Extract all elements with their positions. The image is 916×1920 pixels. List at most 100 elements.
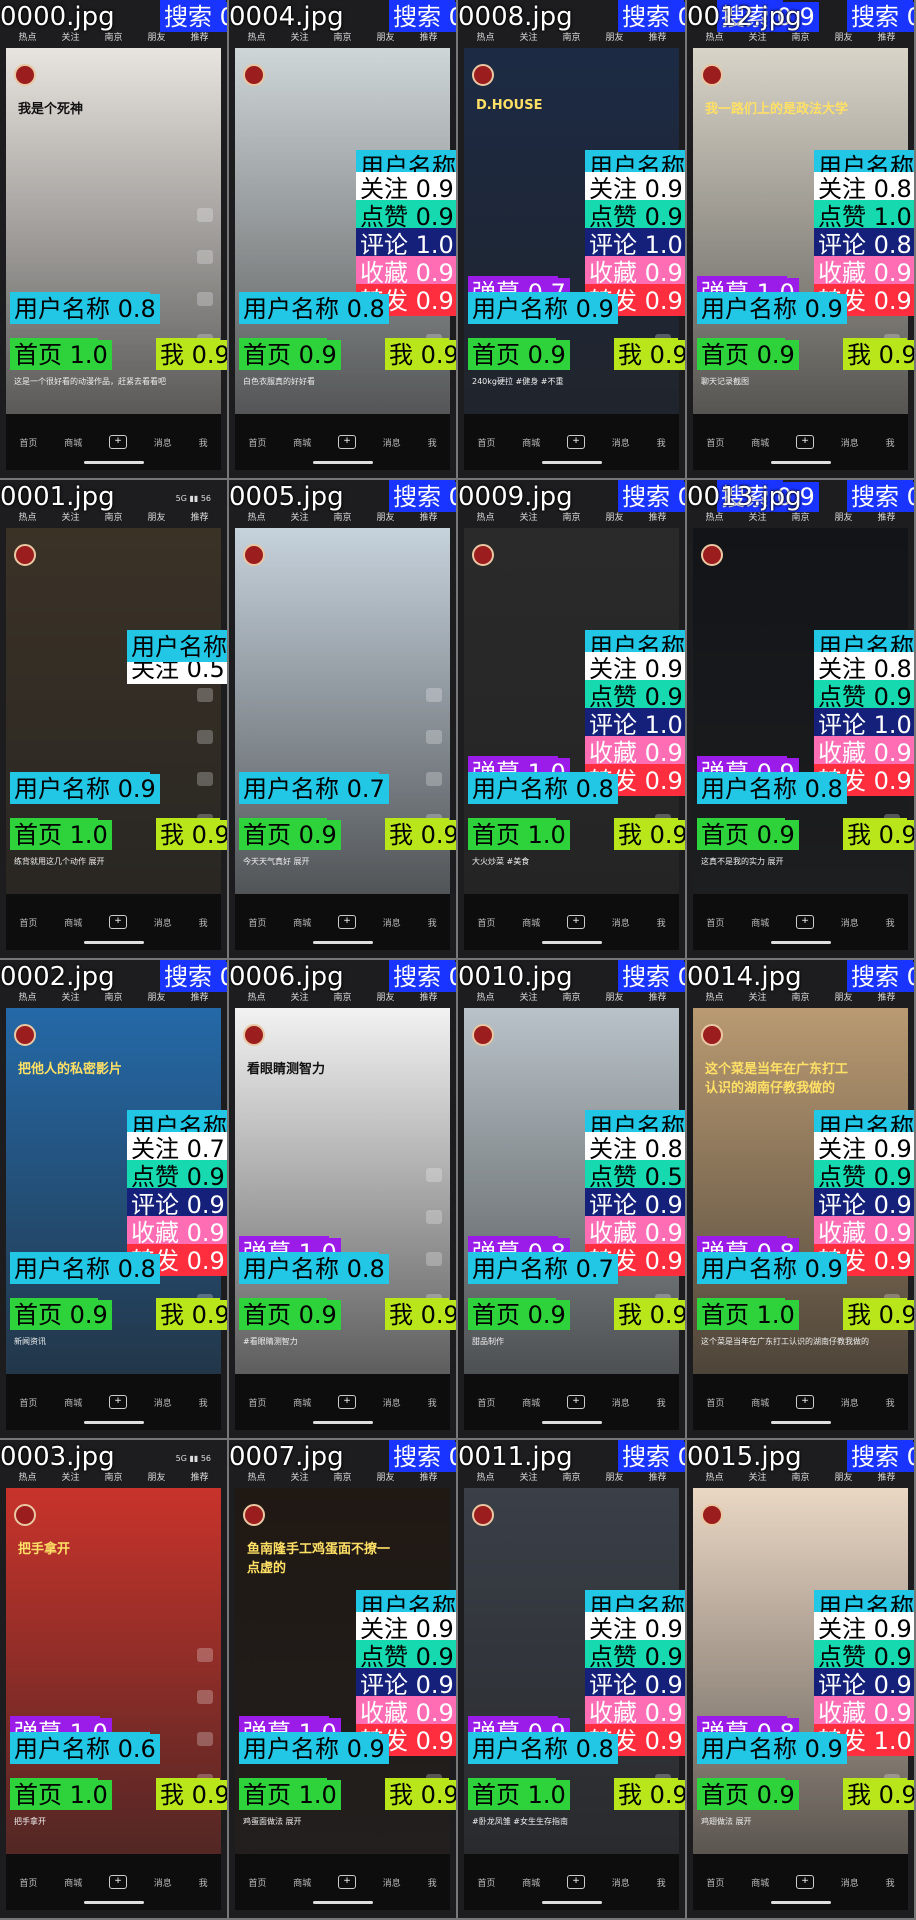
like-icon[interactable] [197,208,213,222]
bottom-nav-item[interactable]: 我 [886,436,895,449]
star-icon[interactable] [197,292,213,306]
tab-0[interactable]: 热点 [247,990,265,1008]
tab-3[interactable]: 朋友 [147,1470,165,1488]
bottom-nav-item[interactable]: 商城 [293,436,311,449]
tab-4[interactable]: 推荐 [877,30,895,48]
bottom-nav-item[interactable]: 商城 [64,1876,82,1889]
star-icon[interactable] [426,1252,442,1266]
bottom-nav-item[interactable]: 我 [199,1876,208,1889]
bottom-nav-item[interactable]: 我 [657,1396,666,1409]
avatar[interactable] [472,1024,494,1046]
tab-3[interactable]: 朋友 [605,510,623,528]
bottom-nav-item[interactable]: 首页 [19,1876,37,1889]
avatar[interactable] [14,64,36,86]
bottom-nav-item[interactable]: 商城 [522,916,540,929]
star-icon[interactable] [426,772,442,786]
tab-1[interactable]: 关注 [519,30,537,48]
bottom-nav-item[interactable]: 消息 [383,436,401,449]
tab-2[interactable]: 南京 [562,990,580,1008]
bottom-nav-item[interactable]: 我 [657,1876,666,1889]
like-icon[interactable] [197,1648,213,1662]
tab-1[interactable]: 关注 [748,990,766,1008]
bottom-nav-item[interactable]: 商城 [64,916,82,929]
bottom-nav-item[interactable]: 商城 [293,916,311,929]
tab-3[interactable]: 朋友 [834,30,852,48]
tab-4[interactable]: 推荐 [877,510,895,528]
tab-0[interactable]: 热点 [476,990,494,1008]
bottom-nav-item[interactable]: 我 [428,1396,437,1409]
bottom-nav-item[interactable]: 消息 [612,436,630,449]
bottom-nav-item[interactable]: 商城 [751,1396,769,1409]
tab-3[interactable]: 朋友 [376,1470,394,1488]
tab-4[interactable]: 推荐 [648,1470,666,1488]
avatar[interactable] [243,544,265,566]
tab-2[interactable]: 南京 [333,510,351,528]
avatar[interactable] [243,1024,265,1046]
bottom-nav-item[interactable]: 我 [886,1876,895,1889]
tab-1[interactable]: 关注 [61,990,79,1008]
tab-1[interactable]: 关注 [748,30,766,48]
tab-1[interactable]: 关注 [748,1470,766,1488]
like-icon[interactable] [426,688,442,702]
tab-4[interactable]: 推荐 [648,30,666,48]
avatar[interactable] [243,64,265,86]
tab-1[interactable]: 关注 [61,510,79,528]
tab-4[interactable]: 推荐 [190,1470,208,1488]
comment-icon[interactable] [197,730,213,744]
tab-0[interactable]: 热点 [476,30,494,48]
tab-0[interactable]: 热点 [18,510,36,528]
bottom-nav-item[interactable]: 我 [199,436,208,449]
tab-4[interactable]: 推荐 [419,990,437,1008]
avatar[interactable] [701,64,723,86]
bottom-nav-item[interactable]: 消息 [612,916,630,929]
publish-button[interactable]: + [337,915,356,929]
bottom-nav-item[interactable]: 商城 [293,1396,311,1409]
comment-icon[interactable] [426,1210,442,1224]
bottom-nav-item[interactable]: 消息 [154,1876,172,1889]
bottom-nav-item[interactable]: 消息 [383,1396,401,1409]
tab-3[interactable]: 朋友 [376,30,394,48]
bottom-nav-item[interactable]: 首页 [248,1396,266,1409]
avatar[interactable] [14,544,36,566]
tab-2[interactable]: 南京 [333,30,351,48]
tab-0[interactable]: 热点 [705,1470,723,1488]
publish-button[interactable]: + [566,915,585,929]
tab-1[interactable]: 关注 [61,30,79,48]
bottom-nav-item[interactable]: 首页 [248,916,266,929]
tab-0[interactable]: 热点 [476,510,494,528]
tab-2[interactable]: 南京 [104,990,122,1008]
bottom-nav-item[interactable]: 消息 [841,916,859,929]
bottom-nav-item[interactable]: 我 [657,916,666,929]
tab-4[interactable]: 推荐 [648,990,666,1008]
bottom-nav-item[interactable]: 首页 [706,436,724,449]
bottom-nav-item[interactable]: 商城 [522,436,540,449]
bottom-nav-item[interactable]: 消息 [841,1396,859,1409]
tab-1[interactable]: 关注 [290,1470,308,1488]
tab-1[interactable]: 关注 [519,990,537,1008]
bottom-nav-item[interactable]: 商城 [751,436,769,449]
tab-3[interactable]: 朋友 [376,510,394,528]
publish-button[interactable]: + [337,1395,356,1409]
tab-4[interactable]: 推荐 [190,990,208,1008]
bottom-nav-item[interactable]: 我 [428,1876,437,1889]
tab-2[interactable]: 南京 [791,30,809,48]
tab-3[interactable]: 朋友 [605,30,623,48]
avatar[interactable] [472,64,494,86]
tab-1[interactable]: 关注 [519,1470,537,1488]
bottom-nav-item[interactable]: 首页 [19,436,37,449]
tab-3[interactable]: 朋友 [147,990,165,1008]
tab-4[interactable]: 推荐 [190,30,208,48]
tab-2[interactable]: 南京 [333,990,351,1008]
avatar[interactable] [701,1024,723,1046]
bottom-nav-item[interactable]: 首页 [706,1396,724,1409]
tab-1[interactable]: 关注 [290,30,308,48]
publish-button[interactable]: + [108,1395,127,1409]
publish-button[interactable]: + [795,435,814,449]
bottom-nav-item[interactable]: 我 [428,916,437,929]
tab-4[interactable]: 推荐 [648,510,666,528]
bottom-nav-item[interactable]: 首页 [706,916,724,929]
avatar[interactable] [701,1504,723,1526]
bottom-nav-item[interactable]: 首页 [706,1876,724,1889]
avatar[interactable] [243,1504,265,1526]
tab-1[interactable]: 关注 [290,510,308,528]
